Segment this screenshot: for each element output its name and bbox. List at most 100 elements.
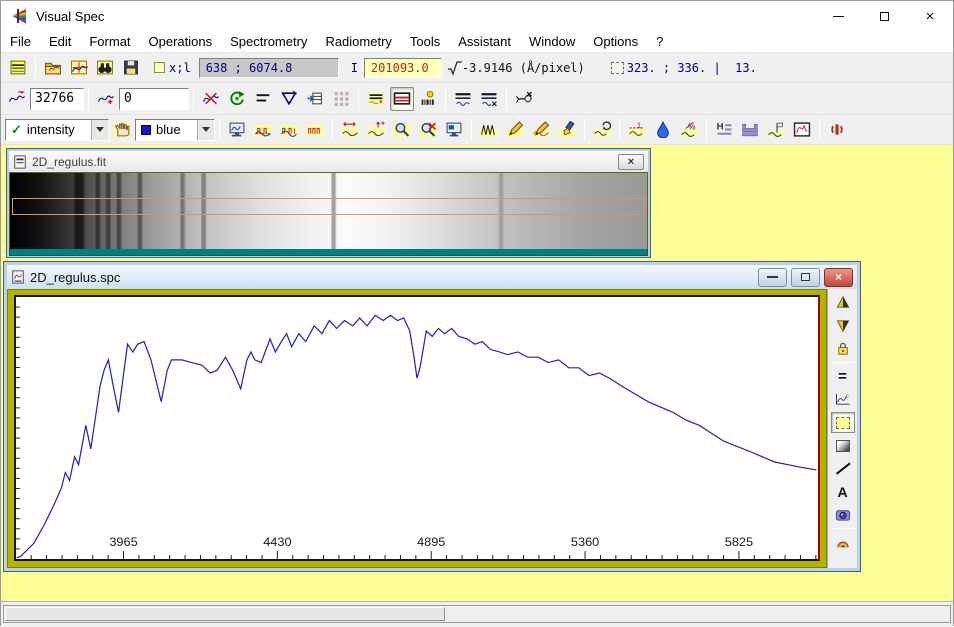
spc-close-button[interactable]: ×	[824, 268, 853, 287]
draw-line-button[interactable]	[831, 458, 855, 479]
fit-window-close-button[interactable]: ×	[618, 154, 644, 170]
monitor-select-icon	[445, 121, 463, 138]
menu-assistant[interactable]: Assistant	[449, 32, 520, 51]
stripes-display-button[interactable]	[390, 87, 414, 111]
fill-gradient-button[interactable]	[831, 435, 855, 456]
fit-window-titlebar[interactable]: 2D_regulus.fit ×	[9, 151, 648, 172]
high-cut-input[interactable]	[30, 88, 84, 110]
synthetic-spectrum-button[interactable]	[831, 532, 855, 553]
high-cut-button[interactable]	[5, 87, 29, 111]
continuum3-button[interactable]	[303, 118, 327, 142]
periodic-table-button[interactable]	[738, 118, 762, 142]
label-line-button[interactable]	[764, 118, 788, 142]
align-lines-button[interactable]	[251, 87, 275, 111]
line-ident-button[interactable]	[477, 118, 501, 142]
baseline-remove-button[interactable]	[477, 87, 501, 111]
fit-window[interactable]: 2D_regulus.fit ×	[6, 148, 651, 258]
snapshot-button[interactable]	[831, 504, 855, 525]
series-combo[interactable]: ✓ intensity	[5, 119, 109, 141]
app-logo-icon	[10, 8, 28, 24]
fill-droplet-button[interactable]	[651, 118, 675, 142]
spc-minimize-button[interactable]	[758, 268, 787, 287]
coord-checkbox[interactable]	[154, 62, 165, 73]
save-button[interactable]	[119, 56, 143, 80]
display-window-button[interactable]	[442, 118, 466, 142]
percent-curve-button[interactable]: %	[677, 118, 701, 142]
low-cut-input[interactable]	[119, 88, 189, 110]
lock-icon	[835, 341, 851, 356]
audio-play-button[interactable]	[825, 118, 849, 142]
menu-edit[interactable]: Edit	[40, 32, 80, 51]
menu-window[interactable]: Window	[520, 32, 584, 51]
table-transfer-button[interactable]	[303, 87, 327, 111]
curve-h-arrows-icon	[341, 121, 359, 138]
lock-scale-button[interactable]	[831, 338, 855, 359]
display-spectrum-button[interactable]	[67, 56, 91, 80]
barcode-button[interactable]	[416, 87, 440, 111]
zoom-button[interactable]	[390, 118, 414, 142]
periodic-table-icon	[741, 121, 759, 138]
scrollbar-thumb[interactable]	[5, 607, 445, 621]
menu-operations[interactable]: Operations	[140, 32, 222, 51]
low-cut-button[interactable]	[94, 87, 118, 111]
color-combo-arrow[interactable]	[197, 120, 214, 140]
series-combo-arrow[interactable]	[91, 120, 108, 140]
new-spectrum-button[interactable]	[6, 56, 30, 80]
menu-tools[interactable]: Tools	[401, 32, 449, 51]
normalize-button[interactable]: 1	[625, 118, 649, 142]
menu-file[interactable]: File	[1, 32, 40, 51]
chart-mode-button[interactable]: c	[831, 389, 855, 410]
scroll-up-button[interactable]	[831, 292, 855, 313]
binning-selection-rect[interactable]	[12, 198, 645, 215]
plot-area[interactable]: 39654430489553605825	[14, 295, 820, 561]
menu-radiometry[interactable]: Radiometry	[316, 32, 400, 51]
hand-pick-button[interactable]	[110, 118, 134, 142]
rotate-button[interactable]	[225, 87, 249, 111]
add-text-button[interactable]: A	[831, 481, 855, 502]
overlay-profile-button[interactable]	[364, 87, 388, 111]
unzoom-button[interactable]	[416, 118, 440, 142]
element-h-button[interactable]: H	[712, 118, 736, 142]
red-stripes-icon	[393, 90, 411, 107]
menu-help[interactable]: ?	[647, 32, 672, 51]
svg-text:3965: 3965	[109, 535, 137, 549]
window-minimize-button[interactable]	[815, 1, 861, 31]
window-maximize-button[interactable]	[861, 1, 907, 31]
grid-dots-button[interactable]	[329, 87, 353, 111]
maximize-icon	[880, 12, 889, 21]
scroll-down-button[interactable]	[831, 315, 855, 336]
preview-window-button[interactable]	[790, 118, 814, 142]
color-combo[interactable]: blue	[135, 119, 215, 141]
fit-image-area[interactable]	[9, 172, 648, 249]
stretch-y-button[interactable]	[364, 118, 388, 142]
select-region-button[interactable]	[831, 412, 855, 433]
menu-options[interactable]: Options	[584, 32, 647, 51]
horizontal-scrollbar[interactable]	[3, 605, 951, 623]
continuum2-button[interactable]	[277, 118, 301, 142]
continuum1-button[interactable]	[251, 118, 275, 142]
baseline-button[interactable]	[451, 87, 475, 111]
equal-scale-button[interactable]: =	[831, 366, 855, 387]
edit-curve-button[interactable]	[529, 118, 553, 142]
menu-spectrometry[interactable]: Spectrometry	[221, 32, 316, 51]
spectrum-plot[interactable]: 39654430489553605825	[16, 297, 818, 559]
screen-profile-button[interactable]	[225, 118, 249, 142]
spc-window[interactable]: 2D_regulus.spc × 39654430489553605825 = …	[3, 261, 861, 572]
draw-pencil-button[interactable]	[503, 118, 527, 142]
search-button[interactable]	[93, 56, 117, 80]
spc-window-titlebar[interactable]: 2D_regulus.spc ×	[7, 265, 857, 289]
divide-profiles-button[interactable]	[512, 87, 536, 111]
menu-format[interactable]: Format	[80, 32, 139, 51]
spc-restore-button[interactable]	[791, 268, 820, 287]
barcode-dot-icon	[419, 90, 437, 107]
smooth-brush-button[interactable]	[555, 118, 579, 142]
magnifier-cancel-icon	[419, 121, 437, 138]
clip-curve-button[interactable]	[199, 87, 223, 111]
undo-curve-button[interactable]	[590, 118, 614, 142]
window-close-button[interactable]: ×	[907, 1, 953, 31]
open-button[interactable]	[41, 56, 65, 80]
svg-text:5825: 5825	[725, 535, 753, 549]
stretch-x-button[interactable]	[338, 118, 362, 142]
toolbar-separator	[832, 362, 854, 363]
nabla-button[interactable]	[277, 87, 301, 111]
